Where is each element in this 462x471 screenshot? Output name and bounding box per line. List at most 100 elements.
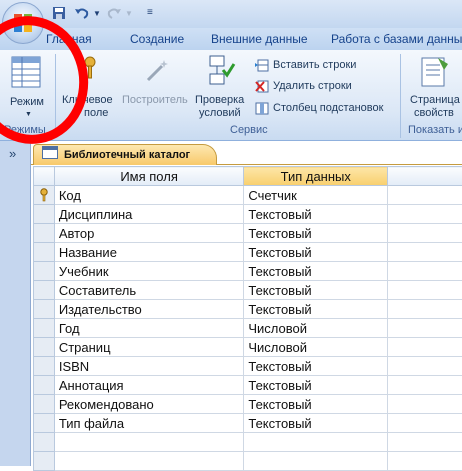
field-name-cell[interactable]: Автор (54, 224, 244, 243)
field-name-cell[interactable]: Год (54, 319, 244, 338)
row-selector[interactable] (34, 300, 55, 319)
column-header-field-name[interactable]: Имя поля (54, 167, 244, 186)
tab-external-data[interactable]: Внешние данные (211, 32, 308, 46)
description-cell[interactable] (388, 452, 462, 471)
data-type-cell[interactable]: Текстовый (244, 357, 388, 376)
row-selector[interactable] (34, 452, 55, 471)
field-name-cell[interactable]: Дисциплина (54, 205, 244, 224)
insert-rows-icon (255, 59, 269, 72)
row-selector[interactable] (34, 319, 55, 338)
description-cell[interactable] (388, 376, 462, 395)
description-cell[interactable] (388, 319, 462, 338)
table-row[interactable]: АвторТекстовый (34, 224, 462, 243)
field-name-cell[interactable] (54, 452, 244, 471)
title-bar: ▼ ▼ ≡ (0, 0, 462, 28)
row-selector[interactable] (34, 205, 55, 224)
document-tab[interactable]: Библиотечный каталог (33, 144, 217, 165)
description-cell[interactable] (388, 186, 462, 205)
data-type-cell[interactable]: Текстовый (244, 414, 388, 433)
property-sheet-label-2: свойств (414, 107, 454, 120)
undo-icon[interactable] (74, 6, 90, 23)
document-tab-title: Библиотечный каталог (64, 149, 190, 161)
table-row[interactable]: ИздательствоТекстовый (34, 300, 462, 319)
data-type-cell[interactable]: Числовой (244, 319, 388, 338)
row-selector-header[interactable] (34, 167, 55, 186)
field-name-cell[interactable] (54, 433, 244, 452)
row-selector[interactable] (34, 357, 55, 376)
row-selector[interactable] (34, 243, 55, 262)
undo-dropdown-icon[interactable]: ▼ (93, 9, 101, 18)
row-selector[interactable] (34, 338, 55, 357)
builder-button: Построитель (120, 52, 192, 120)
data-type-cell[interactable]: Текстовый (244, 281, 388, 300)
data-type-cell[interactable]: Текстовый (244, 224, 388, 243)
description-cell[interactable] (388, 262, 462, 281)
data-type-cell[interactable] (244, 433, 388, 452)
table-row[interactable] (34, 452, 462, 471)
column-header-description[interactable] (388, 167, 462, 186)
field-name-cell[interactable]: Аннотация (54, 376, 244, 395)
table-row[interactable]: КодСчетчик (34, 186, 462, 205)
description-cell[interactable] (388, 300, 462, 319)
row-selector[interactable] (34, 224, 55, 243)
row-selector[interactable] (34, 281, 55, 300)
insert-rows-label: Вставить строки (273, 59, 356, 71)
field-name-cell[interactable]: Тип файла (54, 414, 244, 433)
table-row[interactable]: НазваниеТекстовый (34, 243, 462, 262)
table-row[interactable]: РекомендованоТекстовый (34, 395, 462, 414)
data-type-cell[interactable]: Текстовый (244, 205, 388, 224)
row-selector[interactable] (34, 433, 55, 452)
field-name-cell[interactable]: Код (54, 186, 244, 205)
data-type-cell[interactable]: Текстовый (244, 262, 388, 281)
customize-qat-icon[interactable]: ≡ (147, 7, 153, 18)
save-icon[interactable] (52, 6, 66, 23)
table-row[interactable] (34, 433, 462, 452)
data-type-cell[interactable]: Текстовый (244, 300, 388, 319)
description-cell[interactable] (388, 395, 462, 414)
field-name-cell[interactable]: Страниц (54, 338, 244, 357)
data-type-cell[interactable]: Числовой (244, 338, 388, 357)
table-row[interactable]: ГодЧисловой (34, 319, 462, 338)
data-type-cell[interactable]: Счетчик (244, 186, 388, 205)
row-selector[interactable] (34, 395, 55, 414)
table-row[interactable]: ДисциплинаТекстовый (34, 205, 462, 224)
data-type-cell[interactable]: Текстовый (244, 395, 388, 414)
table-row[interactable]: УчебникТекстовый (34, 262, 462, 281)
table-row[interactable]: СтраницЧисловой (34, 338, 462, 357)
column-header-data-type[interactable]: Тип данных (244, 167, 388, 186)
row-selector[interactable] (34, 414, 55, 433)
field-name-cell[interactable]: Составитель (54, 281, 244, 300)
field-name-cell[interactable]: ISBN (54, 357, 244, 376)
test-validation-button[interactable]: Проверка условий (192, 52, 252, 120)
delete-rows-button[interactable]: Удалить строки (253, 79, 393, 95)
table-row[interactable]: АннотацияТекстовый (34, 376, 462, 395)
description-cell[interactable] (388, 414, 462, 433)
description-cell[interactable] (388, 243, 462, 262)
data-type-cell[interactable] (244, 452, 388, 471)
data-type-cell[interactable]: Текстовый (244, 243, 388, 262)
tab-create[interactable]: Создание (130, 32, 184, 46)
description-cell[interactable] (388, 224, 462, 243)
field-name-cell[interactable]: Издательство (54, 300, 244, 319)
property-sheet-button[interactable]: Страница свойств (404, 52, 462, 120)
group-divider (400, 54, 401, 138)
table-row[interactable]: Тип файлаТекстовый (34, 414, 462, 433)
description-cell[interactable] (388, 205, 462, 224)
row-selector[interactable] (34, 376, 55, 395)
table-row[interactable]: СоставительТекстовый (34, 281, 462, 300)
lookup-column-button[interactable]: Столбец подстановок (253, 101, 398, 117)
description-cell[interactable] (388, 338, 462, 357)
insert-rows-button[interactable]: Вставить строки (253, 58, 393, 74)
row-selector[interactable] (34, 262, 55, 281)
navigation-pane-toggle[interactable]: » (9, 146, 16, 161)
field-name-cell[interactable]: Учебник (54, 262, 244, 281)
description-cell[interactable] (388, 281, 462, 300)
field-name-cell[interactable]: Рекомендовано (54, 395, 244, 414)
description-cell[interactable] (388, 357, 462, 376)
data-type-cell[interactable]: Текстовый (244, 376, 388, 395)
field-name-cell[interactable]: Название (54, 243, 244, 262)
description-cell[interactable] (388, 433, 462, 452)
tab-database-tools[interactable]: Работа с базами данных (331, 32, 462, 46)
table-row[interactable]: ISBNТекстовый (34, 357, 462, 376)
row-selector[interactable] (34, 186, 55, 205)
